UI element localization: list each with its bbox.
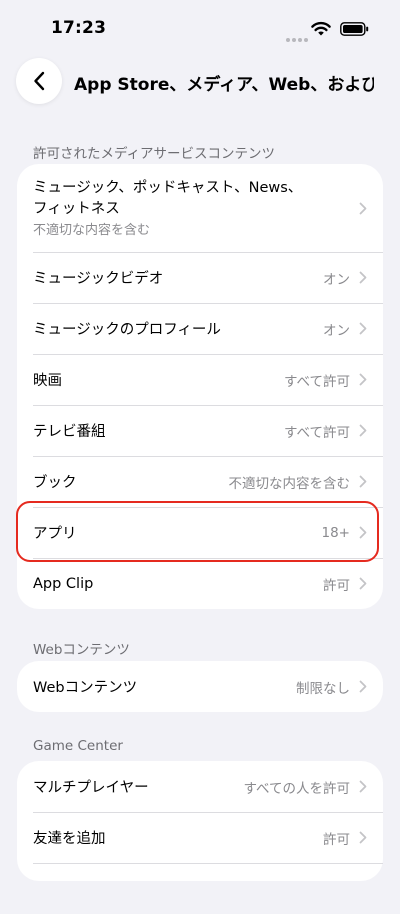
section-header-game-center: Game Center — [33, 738, 123, 754]
row-value: すべての人を許可 — [243, 780, 350, 797]
row-label: ブック — [33, 475, 77, 491]
section-header-media: 許可されたメディアサービスコンテンツ — [33, 146, 276, 162]
chevron-right-icon — [359, 831, 367, 844]
section-header-web: Webコンテンツ — [33, 642, 130, 658]
status-time: 17:23 — [51, 18, 107, 38]
chevron-right-icon — [359, 577, 367, 590]
row-music-podcast-news-fitness[interactable]: ミュージック、ポッドキャスト、News、 フィットネス 不適切な内容を含む — [17, 164, 383, 252]
row-value: すべて許可 — [283, 373, 350, 390]
row-value: 許可 — [323, 831, 350, 848]
row-label: フィットネス — [33, 201, 120, 217]
chevron-right-icon — [359, 271, 367, 284]
row-books[interactable]: ブック 不適切な内容を含む — [17, 456, 383, 507]
chevron-right-icon — [359, 475, 367, 488]
chevron-right-icon — [359, 424, 367, 437]
row-value: オン — [323, 322, 350, 339]
row-web-content[interactable]: Webコンテンツ 制限なし — [17, 661, 383, 712]
row-divider-next — [17, 863, 383, 914]
back-button[interactable] — [16, 58, 62, 104]
row-music-profile[interactable]: ミュージックのプロフィール オン — [17, 303, 383, 354]
row-add-friends[interactable]: 友達を追加 許可 — [17, 812, 383, 863]
game-center-card: マルチプレイヤー すべての人を許可 友達を追加 許可 — [17, 761, 383, 881]
battery-icon — [340, 22, 369, 36]
row-app-clip[interactable]: App Clip 許可 — [17, 558, 383, 609]
row-label: ミュージックのプロフィール — [33, 322, 221, 338]
status-bar: 17:23 — [0, 0, 400, 56]
row-music-videos[interactable]: ミュージックビデオ オン — [17, 252, 383, 303]
row-label: ミュージックビデオ — [33, 271, 164, 287]
chevron-right-icon — [359, 322, 367, 335]
wifi-icon — [311, 21, 331, 36]
row-tv-shows[interactable]: テレビ番組 すべて許可 — [17, 405, 383, 456]
row-value: すべて許可 — [283, 424, 350, 441]
row-label: テレビ番組 — [33, 424, 106, 440]
row-value: 制限なし — [296, 680, 350, 697]
row-label: ミュージック、ポッドキャスト、News、 — [33, 180, 303, 196]
row-multiplayer[interactable]: マルチプレイヤー すべての人を許可 — [17, 761, 383, 812]
row-label: App Clip — [33, 575, 94, 592]
chevron-right-icon — [359, 202, 367, 214]
highlight-box — [16, 501, 379, 562]
row-label: Webコンテンツ — [33, 680, 138, 696]
navigation-bar: App Store、メディア、Web、および… — [0, 58, 400, 106]
row-movies[interactable]: 映画 すべて許可 — [17, 354, 383, 405]
chevron-right-icon — [359, 373, 367, 386]
row-label: 映画 — [33, 373, 62, 389]
row-label: 友達を追加 — [33, 831, 106, 847]
chevron-right-icon — [359, 680, 367, 693]
row-value: 不適切な内容を含む — [228, 475, 351, 492]
row-sublabel: 不適切な内容を含む — [33, 223, 151, 238]
row-label: マルチプレイヤー — [33, 780, 149, 796]
web-content-card: Webコンテンツ 制限なし — [17, 661, 383, 712]
signal-icon — [286, 27, 310, 46]
chevron-left-icon — [34, 71, 45, 91]
page-title: App Store、メディア、Web、および… — [74, 75, 374, 95]
chevron-right-icon — [359, 780, 367, 793]
row-value: 許可 — [323, 577, 350, 594]
row-value: オン — [323, 271, 350, 288]
